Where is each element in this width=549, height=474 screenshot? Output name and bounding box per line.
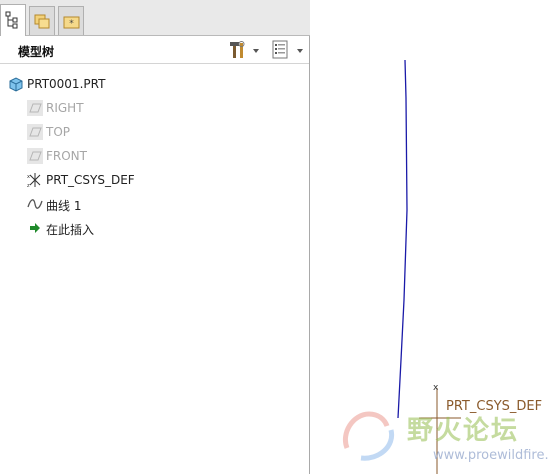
svg-text:*: * [69, 19, 74, 29]
watermark-text: 野火论坛 [407, 416, 520, 446]
datum-plane-icon [27, 124, 43, 140]
svg-text:x: x [433, 383, 439, 393]
datum-plane-icon [27, 148, 43, 164]
panel-title: 模型树 [18, 45, 55, 59]
datum-plane-icon [27, 100, 43, 116]
tree-item-label: TOP [46, 125, 71, 139]
hammer-wrench-icon [230, 41, 245, 58]
panel-tab-strip: * [0, 0, 310, 36]
list-document-icon [272, 40, 288, 59]
panel-header: 模型树 [0, 37, 309, 64]
watermark-logo-icon [343, 411, 395, 461]
svg-text:x: x [27, 174, 30, 180]
tree-item-label: RIGHT [46, 101, 84, 115]
folder-browser-tab[interactable] [29, 6, 55, 35]
tree-item-label: PRT0001.PRT [27, 77, 106, 91]
insert-here-arrow-icon [30, 223, 40, 233]
model-tree-tab[interactable] [0, 4, 26, 36]
tree-structure-icon [5, 11, 18, 29]
chevron-down-icon [297, 49, 303, 53]
tree-item-label: FRONT [46, 149, 87, 163]
graphics-viewport[interactable]: x PRT_CSYS_DEF 野火论坛 www.proewildfire.cn [311, 0, 549, 474]
settings-dropdown-button[interactable] [228, 40, 260, 60]
tree-item-label: PRT_CSYS_DEF [46, 173, 135, 187]
coordinate-system-icon: x z [27, 173, 41, 188]
tree-item-label: 在此插入 [46, 223, 95, 237]
curve-1-sketch[interactable] [397, 59, 408, 419]
favorites-folder-icon: * [63, 16, 80, 29]
tree-item-label: 曲线 1 [46, 199, 82, 213]
part-cube-icon [9, 77, 23, 92]
watermark-url: www.proewildfire.cn [433, 448, 549, 463]
show-dropdown-button[interactable] [271, 40, 305, 60]
folders-icon [34, 14, 50, 29]
model-tree-panel: * 模型树 PRT0001.PRT RIGHT TOP FRONT x z PR… [0, 0, 310, 474]
svg-text:z: z [27, 183, 30, 188]
favorites-tab[interactable]: * [58, 6, 84, 35]
curve-icon [27, 199, 43, 209]
chevron-down-icon [253, 49, 259, 53]
